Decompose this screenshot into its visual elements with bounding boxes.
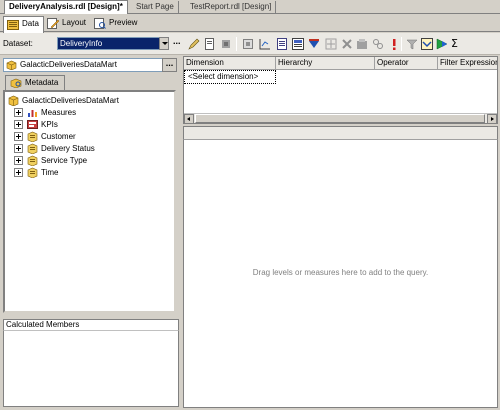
- cube-name: GalacticDeliveriesDataMart: [20, 60, 117, 69]
- prepare-query-icon[interactable]: [356, 38, 368, 50]
- tree-item-label: Service Type: [41, 156, 88, 165]
- expand-icon[interactable]: [14, 168, 23, 177]
- tab-preview-label: Preview: [109, 18, 138, 27]
- expand-icon[interactable]: [14, 144, 23, 153]
- tree-item-label: Customer: [41, 132, 76, 141]
- query-mode-icon[interactable]: [421, 38, 433, 50]
- expand-icon[interactable]: [14, 156, 23, 165]
- calculated-members-list[interactable]: [3, 331, 179, 407]
- tree-item-label: KPIs: [41, 120, 58, 129]
- dimension-icon: [27, 131, 38, 142]
- scroll-left-icon[interactable]: [184, 114, 194, 123]
- tab-delivery-analysis-design[interactable]: DeliveryAnalysis.rdl [Design]*: [4, 0, 128, 14]
- select-dimension-cell[interactable]: <Select dimension>: [184, 70, 276, 84]
- tab-start-page[interactable]: Start Page: [132, 1, 179, 14]
- toolbar-separator: [401, 37, 402, 51]
- cube-icon: [8, 95, 19, 106]
- toolbar-separator: [236, 37, 237, 51]
- tree-item-label: Delivery Status: [41, 144, 95, 153]
- tab-data-label: Data: [22, 19, 39, 28]
- metadata-pane: GalacticDeliveriesDataMart ... Metadata …: [0, 56, 180, 316]
- expand-icon[interactable]: [14, 108, 23, 117]
- auto-execute-icon[interactable]: [325, 38, 337, 50]
- tab-test-report-design[interactable]: TestReport.rdl [Design]: [186, 1, 277, 14]
- measures-icon: [28, 110, 37, 117]
- expand-icon[interactable]: [14, 132, 23, 141]
- dataset-label: Dataset:: [3, 39, 33, 48]
- filter-grid[interactable]: Dimension Hierarchy Operator Filter Expr…: [183, 56, 498, 124]
- new-dataset-icon[interactable]: [204, 38, 216, 50]
- browse-cube-button[interactable]: ...: [162, 58, 177, 72]
- column-header-hierarchy[interactable]: Hierarchy: [276, 57, 375, 70]
- tab-metadata[interactable]: Metadata: [5, 75, 65, 90]
- data-icon: [7, 20, 19, 30]
- tab-metadata-label: Metadata: [25, 78, 59, 87]
- command-type-icon[interactable]: [259, 38, 271, 50]
- delete-dataset-icon[interactable]: [220, 38, 232, 50]
- column-header-filter-expression[interactable]: Filter Expression: [438, 57, 497, 70]
- document-tab-strip: DeliveryAnalysis.rdl [Design]* Start Pag…: [0, 0, 500, 14]
- column-header-operator[interactable]: Operator: [375, 57, 438, 70]
- drag-hint-text: Drag levels or measures here to add to t…: [252, 268, 429, 277]
- dataset-toolbar: Dataset: DeliveryInfo ... Σ: [0, 33, 500, 55]
- refresh-fields-icon[interactable]: [242, 38, 254, 50]
- calculated-members-header: Calculated Members: [3, 319, 179, 331]
- dataset-select[interactable]: DeliveryInfo: [57, 37, 169, 50]
- tab-layout-label: Layout: [62, 18, 87, 27]
- dimension-icon: [27, 155, 38, 166]
- chevron-down-icon[interactable]: [159, 37, 169, 50]
- query-pane-header: [183, 126, 498, 140]
- run-icon[interactable]: [436, 38, 448, 50]
- kpis-icon: [27, 120, 38, 129]
- preview-icon: [94, 18, 106, 29]
- metadata-tree[interactable]: GalacticDeliveriesDataMart Measures KPIs…: [3, 90, 176, 313]
- expand-icon[interactable]: [14, 120, 23, 129]
- warning-icon[interactable]: [388, 38, 400, 50]
- tree-item-label: Time: [41, 168, 59, 177]
- cube-selector[interactable]: GalacticDeliveriesDataMart: [3, 58, 165, 72]
- dataset-more-button[interactable]: ...: [173, 36, 181, 46]
- designer-tab-strip: Data Layout Preview: [0, 15, 500, 33]
- layout-icon: [47, 18, 59, 29]
- tab-data[interactable]: Data: [3, 16, 44, 33]
- scroll-thumb[interactable]: [195, 114, 485, 123]
- show-empty-cells-icon[interactable]: [308, 38, 320, 50]
- add-calculated-member-icon[interactable]: [292, 38, 304, 50]
- tab-preview[interactable]: Preview: [91, 16, 141, 32]
- tab-layout[interactable]: Layout: [44, 16, 90, 32]
- cancel-query-icon[interactable]: [372, 38, 384, 50]
- tree-root-label: GalacticDeliveriesDataMart: [22, 96, 119, 105]
- delete-icon[interactable]: [341, 38, 353, 50]
- tree-item-label: Measures: [41, 108, 77, 117]
- query-parameters-icon[interactable]: [276, 38, 288, 50]
- dimension-icon: [27, 143, 38, 154]
- horizontal-scrollbar[interactable]: [184, 113, 497, 123]
- metadata-icon: [10, 78, 22, 88]
- calculated-members-pane: Calculated Members: [0, 317, 180, 410]
- scroll-right-icon[interactable]: [487, 114, 497, 123]
- column-header-dimension[interactable]: Dimension: [184, 57, 276, 70]
- query-pane[interactable]: Drag levels or measures here to add to t…: [183, 140, 498, 408]
- sum-icon[interactable]: Σ: [451, 37, 458, 50]
- cube-icon: [6, 60, 17, 70]
- edit-dataset-icon[interactable]: [188, 38, 200, 50]
- dimension-icon: [27, 167, 38, 178]
- design-mode-icon[interactable]: [406, 38, 418, 50]
